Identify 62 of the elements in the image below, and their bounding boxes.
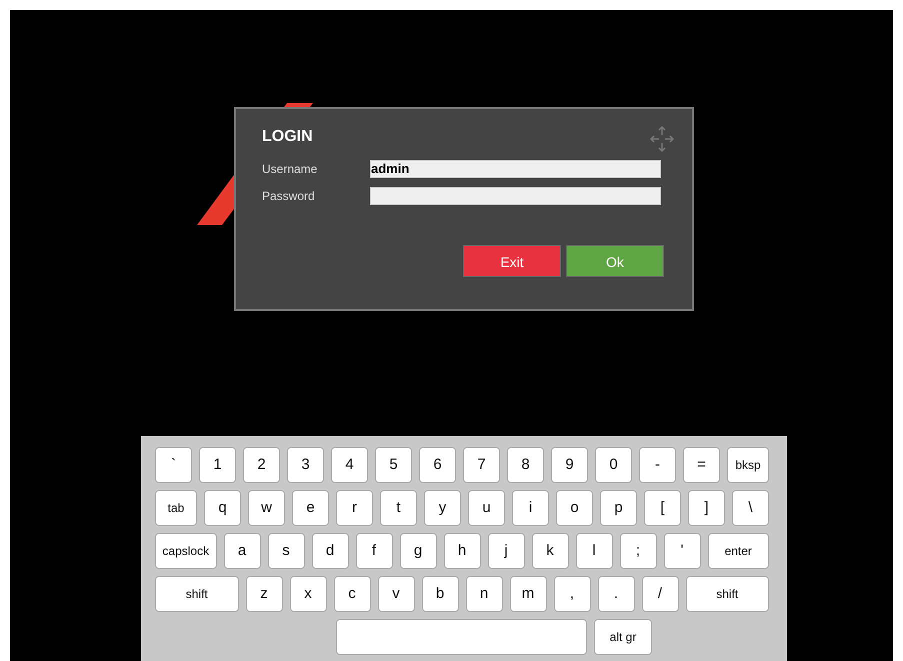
keyboard-key[interactable]: bksp: [727, 447, 769, 483]
keyboard-key[interactable]: [: [644, 490, 681, 526]
keyboard-key[interactable]: r: [336, 490, 373, 526]
keyboard-key[interactable]: n: [466, 576, 502, 612]
keyboard-key[interactable]: i: [512, 490, 549, 526]
keyboard-key[interactable]: s: [268, 533, 304, 569]
keyboard-key[interactable]: ': [664, 533, 700, 569]
keyboard-key[interactable]: /: [642, 576, 678, 612]
keyboard-key[interactable]: 0: [595, 447, 632, 483]
keyboard-key[interactable]: o: [556, 490, 593, 526]
keyboard-key[interactable]: 1: [199, 447, 236, 483]
keyboard-key[interactable]: `: [155, 447, 192, 483]
keyboard-key[interactable]: enter: [708, 533, 769, 569]
dialog-title: LOGIN: [262, 127, 314, 147]
keyboard-key[interactable]: w: [248, 490, 285, 526]
keyboard-key[interactable]: g: [400, 533, 436, 569]
keyboard-key[interactable]: c: [334, 576, 370, 612]
keyboard-key[interactable]: 5: [375, 447, 412, 483]
keyboard-key[interactable]: a: [224, 533, 260, 569]
keyboard-key[interactable]: capslock: [155, 533, 216, 569]
keyboard-key[interactable]: y: [424, 490, 461, 526]
keyboard-key[interactable]: 6: [419, 447, 456, 483]
keyboard-key[interactable]: shift: [686, 576, 769, 612]
keyboard-key[interactable]: tab: [155, 490, 197, 526]
keyboard-key[interactable]: x: [290, 576, 326, 612]
keyboard-key[interactable]: u: [468, 490, 505, 526]
keyboard-key[interactable]: t: [380, 490, 417, 526]
exit-button[interactable]: Exit: [463, 245, 561, 277]
keyboard-key[interactable]: l: [576, 533, 612, 569]
keyboard-key[interactable]: b: [422, 576, 458, 612]
keyboard-key[interactable]: 8: [507, 447, 544, 483]
keyboard-key[interactable]: k: [532, 533, 568, 569]
field-label: Password: [262, 188, 316, 204]
keyboard-key[interactable]: =: [683, 447, 720, 483]
input-field[interactable]: admin: [370, 160, 661, 178]
keyboard-key[interactable]: p: [600, 490, 637, 526]
move-icon[interactable]: [649, 125, 675, 153]
keyboard-key[interactable]: e: [292, 490, 329, 526]
keyboard-key[interactable]: 4: [331, 447, 368, 483]
field-label: Username: [262, 160, 318, 178]
keyboard-key[interactable]: 7: [463, 447, 500, 483]
keyboard-key[interactable]: ]: [688, 490, 725, 526]
keyboard-key[interactable]: j: [488, 533, 524, 569]
keyboard-key[interactable]: d: [312, 533, 348, 569]
keyboard-key[interactable]: ,: [554, 576, 590, 612]
keyboard-key[interactable]: 3: [287, 447, 324, 483]
keyboard-key[interactable]: f: [356, 533, 392, 569]
keyboard-key[interactable]: v: [378, 576, 414, 612]
keyboard-key[interactable]: 2: [243, 447, 280, 483]
keyboard-key[interactable]: alt gr: [594, 619, 652, 655]
keyboard-key[interactable]: 9: [551, 447, 588, 483]
input-field[interactable]: [370, 186, 661, 204]
keyboard-key[interactable]: ;: [620, 533, 656, 569]
space-key[interactable]: [336, 619, 587, 655]
keyboard-key[interactable]: -: [639, 447, 676, 483]
keyboard-key[interactable]: h: [444, 533, 480, 569]
keyboard-key[interactable]: .: [598, 576, 634, 612]
keyboard-key[interactable]: q: [204, 490, 241, 526]
keyboard-key[interactable]: z: [246, 576, 282, 612]
keyboard-key[interactable]: shift: [155, 576, 238, 612]
keyboard-key[interactable]: \: [732, 490, 769, 526]
keyboard-key[interactable]: m: [510, 576, 546, 612]
